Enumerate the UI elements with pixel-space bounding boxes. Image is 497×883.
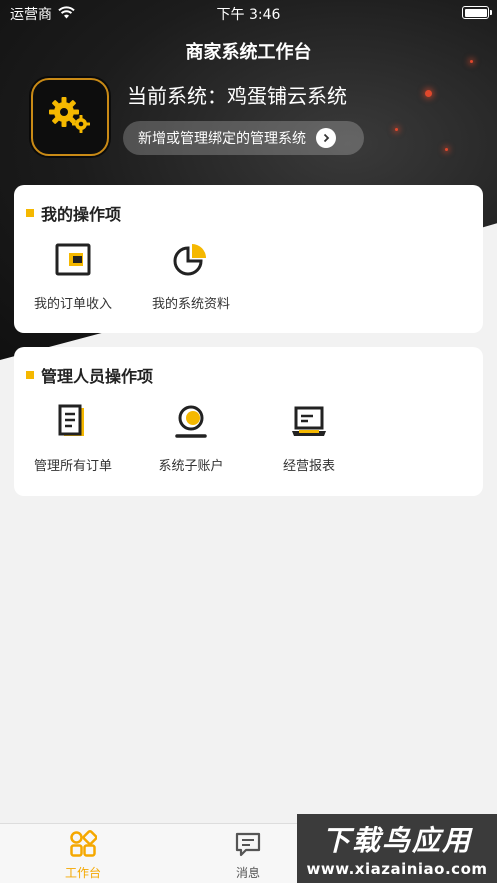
manage-systems-button[interactable]: 新增或管理绑定的管理系统	[123, 121, 364, 155]
tab-label: 工作台	[64, 866, 101, 880]
tab-messages[interactable]: 消息	[208, 830, 288, 881]
section-marker	[26, 371, 34, 379]
watermark-url: www.xiazainiao.com	[306, 860, 488, 878]
my-operations-title: 我的操作项	[41, 205, 122, 224]
system-logo	[31, 78, 109, 156]
item-label: 系统子账户	[158, 459, 224, 474]
item-label: 我的系统资料	[151, 297, 230, 312]
manage-all-orders-item[interactable]: 管理所有订单	[14, 403, 132, 474]
clock: 下午 3:46	[216, 7, 281, 23]
decorative-spark	[445, 148, 448, 151]
my-operations-card: 我的操作项 我的订单收入 我的系统资料	[14, 185, 483, 333]
item-label: 我的订单收入	[33, 297, 112, 312]
item-label: 管理所有订单	[33, 459, 112, 474]
manage-systems-label: 新增或管理绑定的管理系统	[138, 131, 306, 147]
my-system-profile-item[interactable]: 我的系统资料	[132, 241, 250, 312]
pie-chart-icon	[172, 241, 210, 279]
business-reports-item[interactable]: 经营报表	[250, 403, 368, 474]
decorative-spark	[395, 128, 398, 131]
tab-label: 消息	[235, 866, 260, 880]
admin-operations-title: 管理人员操作项	[41, 367, 154, 386]
wallet-icon	[54, 241, 92, 279]
decorative-spark	[425, 90, 432, 97]
section-title: 我的操作项	[26, 201, 121, 225]
page-title: 商家系统工作台	[185, 42, 312, 63]
watermark-title: 下载鸟应用	[321, 824, 472, 857]
current-system-label: 当前系统：鸡蛋铺云系统	[127, 84, 347, 108]
item-label: 经营报表	[282, 459, 335, 474]
my-operations-list: 我的订单收入 我的系统资料	[14, 241, 250, 312]
section-marker	[26, 209, 34, 217]
admin-operations-list: 管理所有订单 系统子账户 经营报表	[14, 403, 368, 474]
message-icon	[234, 830, 262, 861]
tab-workbench[interactable]: 工作台	[43, 830, 123, 881]
admin-operations-card: 管理人员操作项 管理所有订单 系统子账户 经营报表	[14, 347, 483, 496]
gears-icon	[47, 95, 93, 139]
system-sub-accounts-item[interactable]: 系统子账户	[132, 403, 250, 474]
grid-icon	[69, 830, 98, 861]
user-account-icon	[172, 403, 210, 441]
section-title: 管理人员操作项	[26, 363, 153, 387]
watermark: 下载鸟应用 www.xiazainiao.com	[297, 814, 497, 883]
chevron-right-icon	[316, 128, 336, 148]
laptop-report-icon	[290, 403, 328, 441]
document-list-icon	[54, 403, 92, 441]
my-order-income-item[interactable]: 我的订单收入	[14, 241, 132, 312]
battery-icon	[462, 6, 492, 19]
status-bar: 运营商 下午 3:46	[0, 0, 497, 26]
